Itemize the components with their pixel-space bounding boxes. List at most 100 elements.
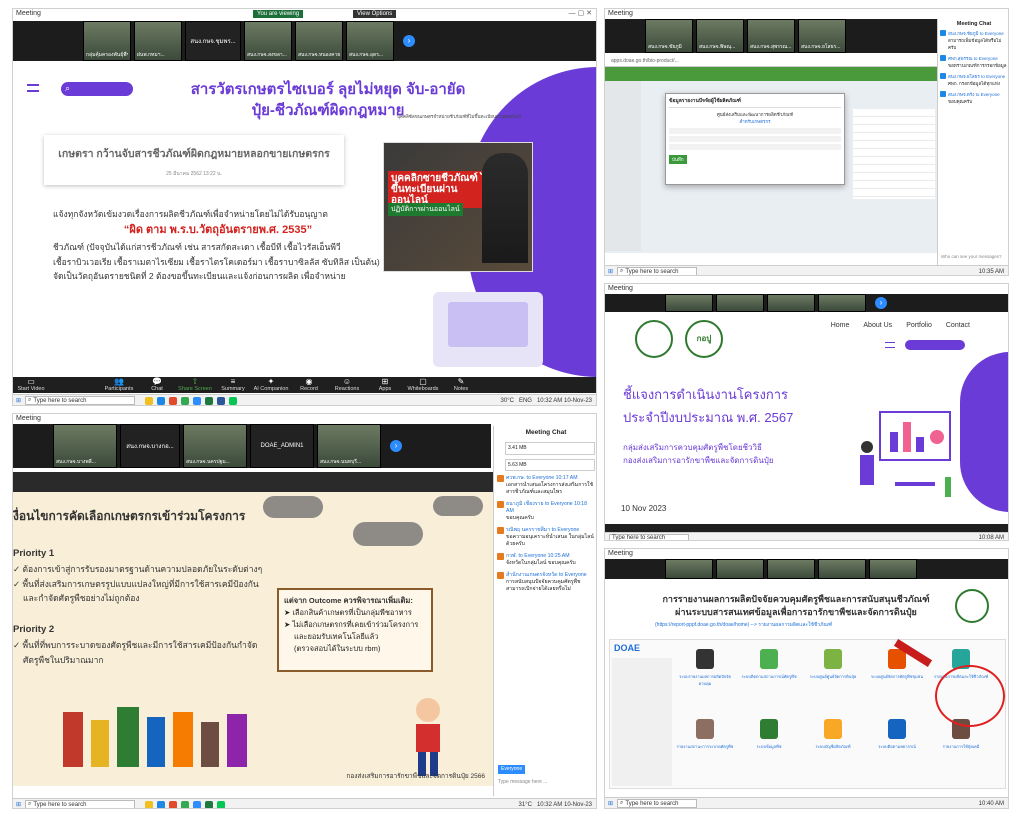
avatar — [497, 501, 504, 509]
nav-about[interactable]: About Us — [863, 322, 892, 329]
hamburger-icon[interactable] — [27, 84, 39, 92]
dialog-save-button[interactable]: บันทึก — [669, 154, 687, 164]
video-thumb[interactable] — [716, 559, 764, 579]
view-options-button[interactable]: View Options — [353, 10, 397, 18]
video-thumb[interactable]: สนง.กษจ.อุดร... — [346, 21, 394, 61]
video-thumb[interactable]: สนง.กษจ.นนทบุรี... — [317, 424, 381, 468]
system-tile[interactable]: รายงานสถานะการระบาดศัตรูพืช — [675, 715, 735, 781]
chrome-icon[interactable] — [181, 800, 190, 808]
video-thumb[interactable] — [818, 294, 866, 312]
video-thumb[interactable] — [767, 294, 815, 312]
system-tile[interactable]: ระบบติดตามสถานการณ์ศัตรูพืช — [739, 645, 799, 711]
windows-start-icon[interactable]: ⊞ — [608, 268, 613, 275]
video-thumb-black[interactable]: สนง.กษจ.บางกอ... — [120, 424, 180, 468]
headline: ชี้แจงการดำเนินงานโครงการ ประจำปีงบประมา… — [623, 387, 794, 425]
video-thumb[interactable]: สนง.กษจ.สงขลา... — [244, 21, 292, 61]
taskbar-search[interactable]: ⌕ Type here to search — [25, 800, 136, 808]
video-thumb[interactable]: สนง.กษจ.หนองคาย... — [295, 21, 343, 61]
video-thumb[interactable]: ฝนพ.กทมฯ... — [134, 21, 182, 61]
video-thumb[interactable]: สนง.กษจ.สุพรรณ... — [747, 19, 795, 53]
chat-button[interactable]: 💬 Chat — [139, 377, 175, 393]
next-page-icon[interactable]: › — [403, 35, 415, 47]
video-thumb-black[interactable]: DOAE_ADMIN1 — [250, 424, 314, 468]
line-icon[interactable] — [217, 800, 226, 808]
share-screen-button[interactable]: ⇧ Share Screen — [177, 377, 213, 393]
bottles-illustration — [63, 707, 247, 767]
video-thumb[interactable] — [869, 559, 917, 579]
zoom-icon[interactable] — [193, 396, 202, 405]
system-tile[interactable]: ระบบศูนย์ศูนย์จัดการดินปุ๋ย — [803, 645, 863, 711]
file-attachment[interactable]: 5.63 MB — [505, 458, 595, 472]
file-attachment[interactable]: 3.41 MB — [505, 441, 595, 455]
system-tile[interactable]: ระบบติดตามพยากรณ์ — [867, 715, 927, 781]
reactions-button[interactable]: ☺ Reactions — [329, 377, 365, 393]
windows-start-icon[interactable]: ⊞ — [16, 801, 21, 808]
taskbar-search[interactable]: ⌕ Type here to search — [617, 267, 698, 275]
taskbar-apps — [145, 396, 238, 405]
system-tray: 10:40 AM — [979, 801, 1004, 807]
video-thumb[interactable]: กลุ่มคุ้มครองพันธุ์พืช... — [83, 21, 131, 61]
ai-companion-button[interactable]: ✦ AI Companion — [253, 377, 289, 393]
video-thumb[interactable]: สนง.กษจ.ชัยภูมิ — [645, 19, 693, 53]
file-explorer-icon[interactable] — [145, 800, 154, 808]
browser-address-bar[interactable]: apps.doae.go.th/bio-product/... — [605, 55, 937, 67]
search-pill[interactable] — [905, 340, 965, 350]
search-pill[interactable]: ⌕ — [61, 82, 133, 96]
nav-home[interactable]: Home — [831, 322, 850, 329]
video-thumb[interactable]: สนง.กษจ.ยโสธร... — [798, 19, 846, 53]
excel-icon[interactable] — [205, 396, 214, 405]
hamburger-icon[interactable] — [885, 342, 895, 348]
zoom-icon[interactable] — [193, 800, 202, 808]
apps-button[interactable]: ⊞ Apps — [367, 377, 403, 393]
video-thumb[interactable]: สนง.กษจ.บางพลี... — [53, 424, 117, 468]
windows-start-icon[interactable]: ⊞ — [16, 397, 21, 404]
record-button[interactable]: ◉ Record — [291, 377, 327, 393]
excel-icon[interactable] — [205, 800, 214, 808]
app-sidebar — [612, 658, 672, 786]
notes-button[interactable]: ✎ Notes — [443, 377, 479, 393]
body-line: ชีวภัณฑ์ (ปัจจุบันได้แก่สารชีวภัณฑ์ เช่น… — [53, 242, 341, 253]
edge-icon[interactable] — [157, 800, 166, 808]
summary-button[interactable]: ≡ Summary — [215, 377, 251, 393]
system-tile[interactable]: ระบบรายงานผลการผลิตปัจจัยควบคุม — [675, 645, 735, 711]
video-thumb[interactable] — [716, 294, 764, 312]
chrome-icon[interactable] — [181, 396, 190, 405]
firefox-icon[interactable] — [169, 396, 178, 405]
search-icon: ⌕ — [28, 397, 32, 403]
windows-start-icon[interactable]: ⊞ — [608, 800, 613, 807]
start-video-button[interactable]: ▭ Start Video — [13, 377, 49, 393]
nav-portfolio[interactable]: Portfolio — [906, 322, 932, 329]
chat-input[interactable]: Who can see your messages? — [941, 254, 1002, 259]
taskbar-apps — [145, 800, 226, 808]
edge-icon[interactable] — [157, 396, 166, 405]
next-page-icon[interactable]: › — [875, 297, 887, 309]
video-thumb[interactable] — [818, 559, 866, 579]
nav-contact[interactable]: Contact — [946, 322, 970, 329]
whiteboards-button[interactable]: ▢ Whiteboards — [405, 377, 441, 393]
word-icon[interactable] — [217, 396, 226, 405]
taskbar-search[interactable]: ⌕ Type here to search — [617, 799, 698, 808]
chat-recipient-dropdown[interactable]: Everyone — [498, 765, 526, 774]
windows-taskbar: Type here to search 10:08 AM — [605, 532, 1008, 540]
video-thumb[interactable] — [665, 294, 713, 312]
video-thumb[interactable]: สนง.กษจ.นครปฐม... — [183, 424, 247, 468]
system-url[interactable]: (https://report-pppf.doae.go.th/doae/hom… — [655, 621, 832, 629]
video-thumb[interactable]: สนง.กษจ.พิษณุ... — [696, 19, 744, 53]
chat-input[interactable]: Type message here ... — [498, 779, 547, 786]
firefox-icon[interactable] — [169, 800, 178, 808]
window-controls[interactable]: — ▢ ✕ — [569, 9, 592, 19]
taskbar-search[interactable]: Type here to search — [609, 534, 689, 540]
video-thumb-black[interactable]: สนง.กษจ.ชุมพร... — [185, 21, 241, 61]
taskbar-search[interactable]: ⌕ Type here to search — [25, 396, 136, 405]
line-icon[interactable] — [229, 396, 238, 405]
participants-button[interactable]: 👥 Participants — [101, 377, 137, 393]
doae-logo — [635, 320, 673, 358]
video-thumb[interactable] — [767, 559, 815, 579]
next-page-icon[interactable]: › — [390, 440, 402, 452]
zoom-window-top-left: Meeting You are viewing View Options — ▢… — [12, 8, 597, 406]
system-tile[interactable]: ระบบบัญชีผลิตภัณฑ์ — [803, 715, 863, 781]
file-explorer-icon[interactable] — [145, 396, 154, 405]
video-strip: กลุ่มคุ้มครองพันธุ์พืช... ฝนพ.กทมฯ... สน… — [13, 21, 596, 61]
system-tile[interactable]: ระบบข้อมูลพืช — [739, 715, 799, 781]
video-thumb[interactable] — [665, 559, 713, 579]
